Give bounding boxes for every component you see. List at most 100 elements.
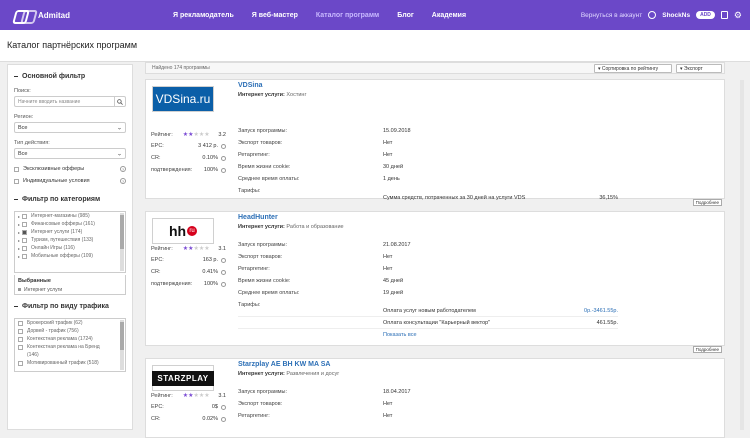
page-header: Каталог партнёрских программ	[0, 30, 750, 62]
rating-stars: ★★★★★	[182, 132, 210, 138]
checkbox[interactable]	[14, 166, 19, 172]
cookie-row: Время жизни cookie: 30 дней	[238, 164, 404, 170]
help-icon[interactable]	[221, 404, 226, 410]
exclusive-checkbox[interactable]: Эксклюзивные офферы?	[14, 166, 126, 172]
rating-row: Рейтинг: ★★★★★ 3.2	[151, 131, 226, 139]
help-icon[interactable]	[221, 155, 226, 161]
help-icon[interactable]	[221, 416, 226, 422]
traffic-item[interactable]: Дорвей - трафик (756)	[15, 327, 125, 335]
category-item[interactable]: ▸ Финансовые офферы (161)	[15, 220, 125, 228]
traffic-item[interactable]: Мотивированный трафик (518)	[15, 359, 125, 367]
traffic-list: Брокерский трафик (62) Дорвей - трафик (…	[14, 318, 126, 372]
program-card: VDSina.ru VDSina Интернет услуги: Хостин…	[145, 79, 725, 206]
retarget-row: Ретаргетинг: Нет	[238, 266, 393, 272]
program-category: Интернет услуги: Развлечения и досуг	[238, 371, 340, 377]
checkbox[interactable]	[14, 178, 19, 184]
help-icon[interactable]: ?	[120, 166, 126, 172]
search-placeholder: Начните вводить название	[18, 98, 81, 105]
exclusive-label: Эксклюзивные офферы	[23, 166, 85, 172]
traffic-item-cont: (146)	[27, 352, 39, 358]
category-item[interactable]: ▸ Мобильные офферы (109)	[15, 252, 125, 260]
nav-blog[interactable]: Блог	[388, 0, 423, 30]
rating-row: Рейтинг: ★★★★★ 3.1	[151, 245, 226, 253]
program-category: Интернет услуги: Работа и образование	[238, 224, 344, 230]
selected-item[interactable]: Интернет услуги	[18, 287, 122, 293]
program-name[interactable]: Starzplay AE BH KW MA SA	[238, 361, 330, 368]
header-right: Вернуться в аккаунт ShockNs ADD ⚙	[581, 0, 742, 30]
help-icon[interactable]	[221, 143, 226, 149]
help-icon[interactable]	[221, 269, 226, 275]
avg-pay-row: Среднее время оплаты: 19 дней	[238, 290, 404, 296]
rating-row: Рейтинг: ★★★★★ 3.1	[151, 392, 226, 400]
region-select[interactable]: Все	[14, 122, 126, 133]
epc-row: EPC: 3 412 р.	[151, 143, 226, 149]
page-scrollbar[interactable]	[740, 80, 744, 430]
sort-dropdown[interactable]: ▾ Сортировка по рейтингу	[594, 64, 672, 73]
individual-checkbox[interactable]: Индивидуальные условия?	[14, 178, 126, 184]
cookie-row: Время жизни cookie: 45 дней	[238, 278, 404, 284]
help-icon[interactable]: ?	[120, 178, 126, 184]
selected-categories: Выбранные Интернет услуги	[14, 275, 126, 295]
region-label: Регион:	[14, 114, 34, 120]
export-row: Экспорт товаров: Нет	[238, 254, 393, 260]
launch-row: Запуск программы: 18.04.2017	[238, 389, 411, 395]
settings-icon[interactable]	[720, 11, 728, 19]
vdsina-logo[interactable]: VDSina.ru	[152, 86, 214, 112]
add-badge[interactable]: ADD	[696, 11, 715, 19]
main-nav: Я рекламодатель Я веб-мастер Каталог про…	[164, 0, 475, 30]
retarget-row: Ретаргетинг: Нет	[238, 152, 393, 158]
traffic-item[interactable]: Контекстная реклама (1724)	[15, 335, 125, 343]
gear-icon[interactable]: ⚙	[734, 10, 742, 21]
category-filter-title[interactable]: Фильтр по категориям	[14, 196, 126, 203]
headhunter-logo[interactable]: hh ru	[152, 218, 214, 244]
starzplay-logo[interactable]: STARZPLAY	[152, 365, 214, 391]
category-item[interactable]: ▸ Интернет услуги (174)	[15, 228, 125, 236]
epc-row: EPC: 0$	[151, 404, 226, 410]
search-icon[interactable]	[114, 97, 125, 106]
nav-advertiser[interactable]: Я рекламодатель	[164, 0, 243, 30]
help-icon[interactable]	[221, 167, 226, 173]
category-item[interactable]: ▸ Туризм, путешествия (133)	[15, 236, 125, 244]
launch-row: Запуск программы: 15.09.2018	[238, 128, 411, 134]
traffic-scrollbar[interactable]	[120, 320, 124, 370]
retarget-row: Ретаргетинг: Нет	[238, 413, 393, 419]
brand-logo[interactable]: Admitad	[14, 9, 164, 21]
rating-stars: ★★★★★	[182, 246, 210, 252]
program-name[interactable]: VDSina	[238, 82, 263, 89]
show-all-link[interactable]: Показать все	[383, 332, 417, 338]
results-count: Найдено 174 программы	[152, 65, 210, 71]
search-label: Поиск:	[14, 88, 31, 94]
tariff-row: Оплата консультации "Карьерный вектор" 46…	[238, 320, 618, 329]
nav-webmaster[interactable]: Я веб-мастер	[243, 0, 307, 30]
avg-pay-row: Среднее время оплаты: 1 день	[238, 176, 400, 182]
nav-catalog[interactable]: Каталог программ	[307, 0, 388, 30]
traffic-item[interactable]: Брокерский трафик (62)	[15, 319, 125, 327]
details-button[interactable]: Подробнее	[692, 346, 722, 353]
export-row: Экспорт товаров: Нет	[238, 401, 393, 407]
export-dropdown[interactable]: ▾ Экспорт	[676, 64, 722, 73]
filter-sidebar: Основной фильтр Поиск: Начните вводить н…	[7, 64, 133, 430]
help-icon[interactable]	[221, 281, 226, 287]
category-item[interactable]: ▸ Онлайн Игры (116)	[15, 244, 125, 252]
username[interactable]: ShockNs	[662, 12, 690, 19]
program-category: Интернет услуги: Хостинг	[238, 92, 307, 98]
help-icon[interactable]	[221, 257, 226, 263]
top-navigation-bar: Admitad Я рекламодатель Я веб-мастер Кат…	[0, 0, 750, 30]
cr-row: CR: 0.41%	[151, 269, 226, 275]
traffic-filter-title[interactable]: Фильтр по виду трафика	[14, 303, 126, 310]
brand-name: Admitad	[38, 10, 70, 20]
admitad-logo-icon	[14, 9, 34, 21]
details-button[interactable]: Подробнее	[692, 199, 722, 206]
program-card: hh ru HeadHunter Интернет услуги: Работа …	[145, 211, 725, 353]
category-item[interactable]: ▸ Интернет-магазины (985)	[15, 212, 125, 220]
selected-title: Выбранные	[18, 278, 51, 284]
back-to-account-link[interactable]: Вернуться в аккаунт	[581, 12, 642, 19]
program-name[interactable]: HeadHunter	[238, 214, 278, 221]
category-scrollbar[interactable]	[120, 213, 124, 271]
traffic-item[interactable]: Контекстная реклама на Бренд	[15, 343, 125, 351]
user-icon[interactable]	[648, 11, 657, 19]
action-type-select[interactable]: Все	[14, 148, 126, 159]
nav-academy[interactable]: Академия	[423, 0, 475, 30]
main-filter-title[interactable]: Основной фильтр	[14, 73, 126, 80]
search-input[interactable]: Начните вводить название	[14, 96, 126, 107]
